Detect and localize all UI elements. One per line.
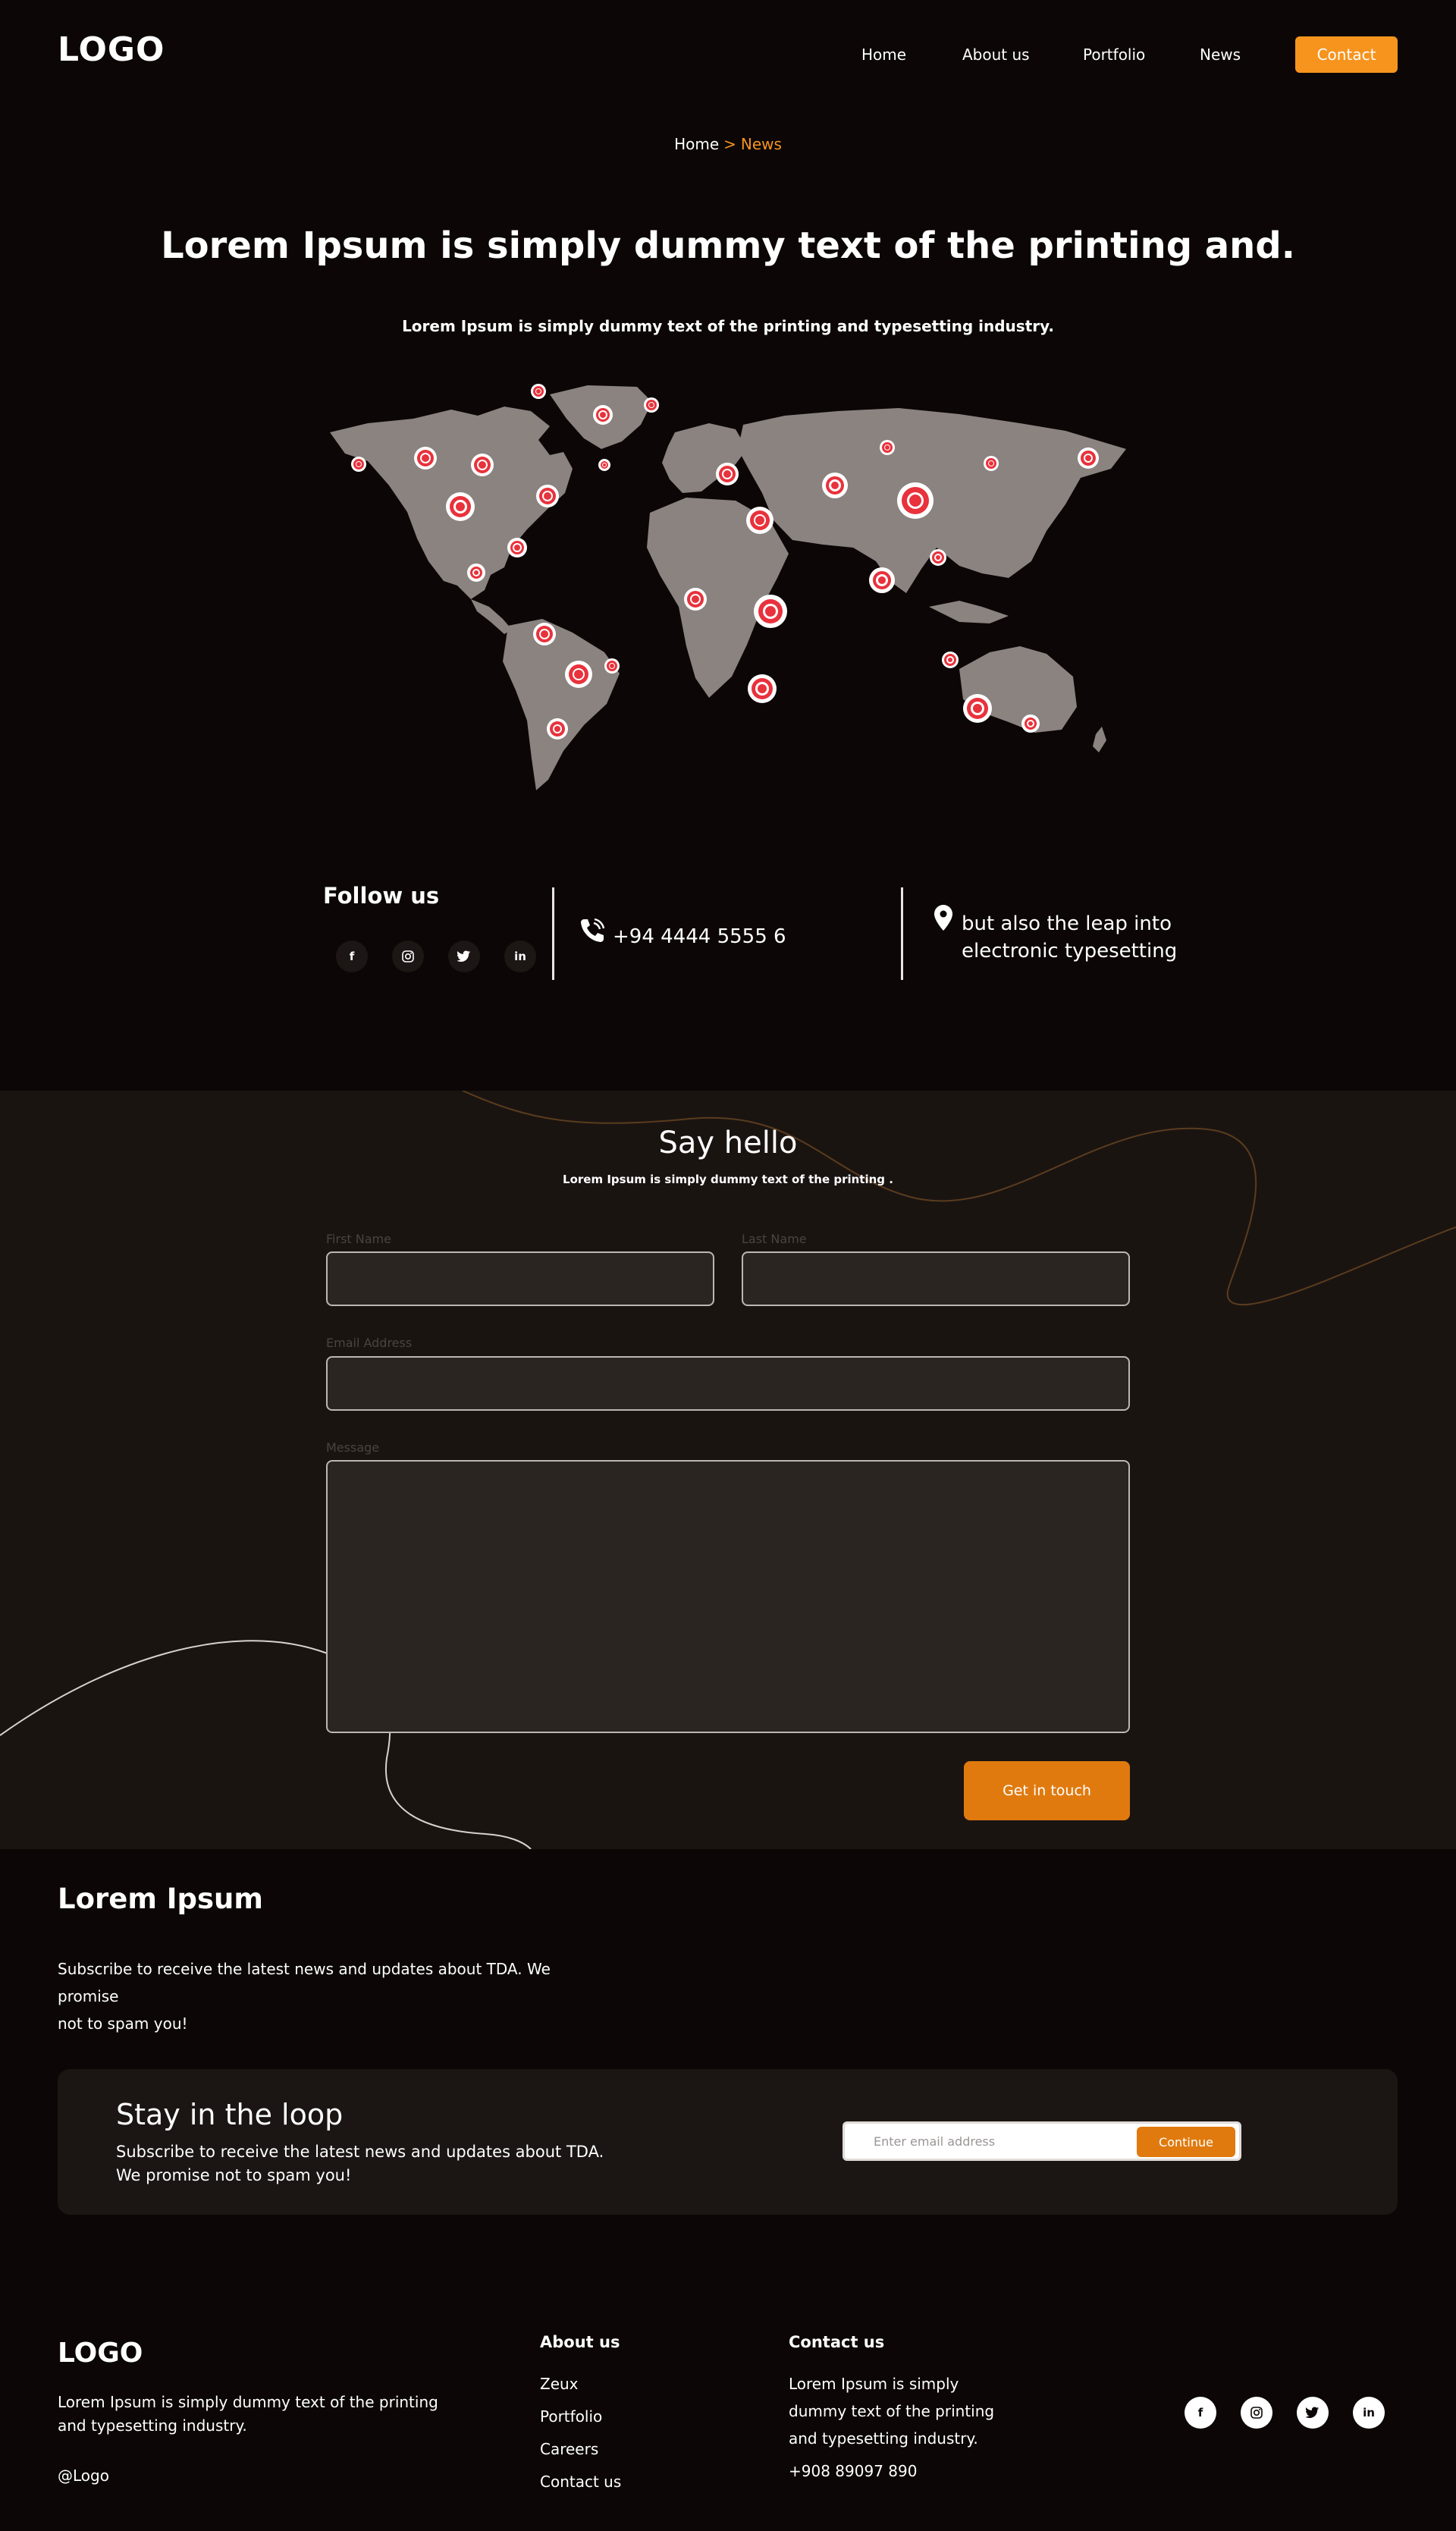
footer-link-careers[interactable]: Careers	[540, 2440, 598, 2458]
address-line: electronic typesetting	[962, 940, 1178, 962]
address: but also the leap into electronic typese…	[962, 910, 1177, 965]
footer-description: Lorem Ipsum is simply dummy text of the …	[58, 2391, 444, 2438]
nav-news[interactable]: News	[1200, 46, 1241, 64]
breadcrumb-current: News	[740, 135, 782, 153]
footer-desc-line: and typesetting industry.	[58, 2416, 247, 2435]
footer-about-title: About us	[540, 2333, 620, 2351]
subscribe-text: Subscribe to receive the latest news and…	[58, 1955, 604, 2037]
form-subtitle: Lorem Ipsum is simply dummy text of the …	[563, 1173, 893, 1186]
first-name-field[interactable]	[326, 1251, 714, 1306]
newsletter-line: Subscribe to receive the latest news and…	[116, 2143, 604, 2161]
location-pin-icon	[934, 905, 952, 934]
breadcrumb-home[interactable]: Home	[674, 135, 719, 153]
footer-link-zeux[interactable]: Zeux	[540, 2375, 579, 2393]
address-line: but also the leap into	[962, 912, 1172, 935]
divider	[552, 887, 554, 980]
page-title: Lorem Ipsum is simply dummy text of the …	[161, 225, 1295, 267]
subscribe-line: Subscribe to receive the latest news and…	[58, 1960, 551, 2005]
follow-us-heading: Follow us	[323, 883, 440, 909]
page-subtitle: Lorem Ipsum is simply dummy text of the …	[402, 317, 1054, 335]
email-label: Email Address	[326, 1336, 413, 1350]
nav-about-us[interactable]: About us	[962, 46, 1030, 64]
email-placeholder: Enter email address	[874, 2134, 996, 2149]
footer-twitter-icon[interactable]	[1297, 2397, 1329, 2429]
get-in-touch-button[interactable]: Get in touch	[964, 1761, 1130, 1820]
email-field[interactable]	[326, 1356, 1130, 1411]
footer-contact-line: and typesetting industry.	[789, 2429, 978, 2448]
last-name-field[interactable]	[742, 1251, 1130, 1306]
contact-button[interactable]: Contact	[1295, 36, 1398, 73]
twitter-icon[interactable]	[448, 940, 480, 972]
subscribe-line: not to spam you!	[58, 2014, 188, 2033]
newsletter-email-input[interactable]: Enter email address Continue	[843, 2121, 1241, 2161]
phone-number[interactable]: +94 4444 5555 6	[613, 925, 786, 948]
instagram-icon[interactable]	[392, 940, 424, 972]
footer-logo[interactable]: LOGO	[58, 2338, 143, 2369]
footer-instagram-icon[interactable]	[1241, 2397, 1272, 2429]
facebook-icon[interactable]: f	[336, 940, 368, 972]
newsletter-line: We promise not to spam you!	[116, 2166, 352, 2184]
world-map	[330, 384, 1126, 790]
first-name-label: First Name	[326, 1232, 391, 1246]
nav-home[interactable]: Home	[861, 46, 906, 64]
linkedin-icon[interactable]: in	[504, 940, 536, 972]
footer-contact-title: Contact us	[789, 2333, 885, 2351]
footer-contact-phone[interactable]: +908 89097 890	[789, 2462, 917, 2480]
newsletter-card: Stay in the loop Subscribe to receive th…	[58, 2069, 1398, 2215]
header-logo[interactable]: LOGO	[58, 30, 165, 69]
footer-contact-line: dummy text of the printing	[789, 2402, 995, 2420]
footer-link-portfolio[interactable]: Portfolio	[540, 2407, 602, 2426]
footer-link-contact-us[interactable]: Contact us	[540, 2473, 621, 2491]
newsletter-text: Subscribe to receive the latest news and…	[116, 2140, 617, 2187]
subscribe-title: Lorem Ipsum	[58, 1883, 263, 1915]
newsletter-title: Stay in the loop	[116, 2098, 344, 2131]
breadcrumb-separator: >	[723, 135, 736, 153]
footer-contact-line: Lorem Ipsum is simply	[789, 2375, 959, 2393]
phone-icon	[578, 916, 607, 948]
footer-handle[interactable]: @Logo	[58, 2467, 109, 2485]
footer-facebook-icon[interactable]: f	[1185, 2397, 1216, 2429]
form-title: Say hello	[658, 1126, 798, 1160]
footer-desc-line: Lorem Ipsum is simply dummy text of the …	[58, 2393, 438, 2411]
message-label: Message	[326, 1440, 380, 1455]
last-name-label: Last Name	[742, 1232, 807, 1246]
footer-linkedin-icon[interactable]: in	[1353, 2397, 1385, 2429]
breadcrumb: Home > News	[0, 135, 1456, 153]
nav-portfolio[interactable]: Portfolio	[1083, 46, 1145, 64]
say-hello-section: Say hello Lorem Ipsum is simply dummy te…	[0, 1091, 1456, 1849]
divider	[901, 887, 903, 980]
continue-button[interactable]: Continue	[1137, 2127, 1235, 2157]
message-field[interactable]	[326, 1460, 1130, 1733]
